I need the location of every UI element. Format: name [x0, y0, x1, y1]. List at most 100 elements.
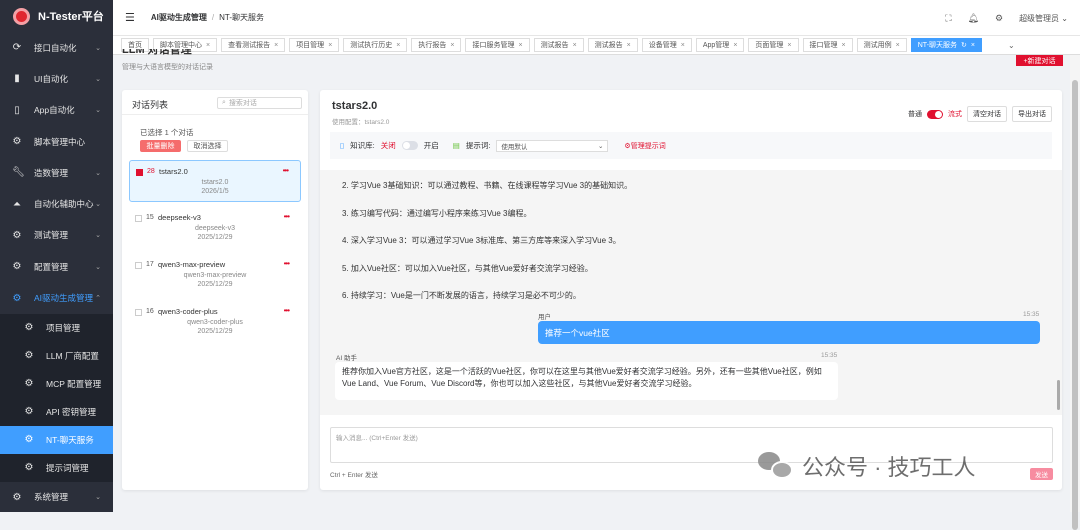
ai-message-line: 4. 深入学习Vue 3：可以通过学习Vue 3标准库、第三方库等来深入学习Vu… [342, 236, 621, 245]
sidebar: N-Tester平台 ⟳ 接口自动化 ⌄ ▮ UI自动化 ⌄ ▯ App自动化 ⌄ ⚙ 脚本管理中心… [0, 0, 113, 512]
sidebar-subitem[interactable]: ⚙ NT-聊天服务 [0, 425, 113, 454]
more-icon[interactable]: ••• [284, 212, 290, 221]
kb-toggle[interactable] [401, 141, 418, 150]
sidebar-subitem[interactable]: ⚙ MCP 配置管理 [0, 370, 113, 398]
close-icon[interactable]: × [896, 42, 900, 49]
gear-icon[interactable]: ⚙ [995, 13, 1003, 24]
close-icon[interactable]: × [206, 42, 210, 49]
close-icon[interactable]: × [518, 42, 522, 49]
sidebar-item[interactable]: ⚙ 脚本管理中心 [0, 126, 113, 157]
phone-icon: ▯ [14, 104, 20, 116]
tab[interactable]: 测试报告 × [533, 38, 584, 52]
sidebar-item-label: UI自动化 [34, 73, 69, 84]
prompt-label: 提示词: [465, 141, 491, 150]
gear-icon: ⚙ [24, 406, 34, 418]
conversation-item[interactable]: 16 qwen3-coder-plus ••• qwen3-coder-plus 202… [129, 301, 301, 343]
chat-panel: tstars2.0 使用配置：tstars2.0 普通 流式 清空对话 导出对话… [320, 90, 1062, 490]
tab[interactable]: 测试执行历史 × [343, 38, 408, 52]
close-icon[interactable]: × [328, 42, 332, 49]
gear-icon: ⚙ [24, 322, 34, 334]
sidebar-item[interactable]: ⏶ 自动化辅助中心 ⌄ [0, 188, 113, 219]
tab[interactable]: 测试报告 × [587, 38, 638, 52]
close-icon[interactable]: × [733, 42, 737, 49]
close-icon[interactable]: × [274, 42, 278, 49]
tab[interactable]: 接口管理 × [802, 38, 853, 52]
tabs-more-icon[interactable]: ⌄ [1008, 41, 1015, 50]
chevron-down-icon: ⌄ [95, 44, 101, 52]
tab[interactable]: App管理 × [695, 38, 745, 52]
tab[interactable]: 查看测试报告 × [221, 38, 286, 52]
sidebar-item[interactable]: ▮ UI自动化 ⌄ [0, 63, 113, 94]
ai-message-line: 3. 练习编写代码：通过编写小程序来练习Vue 3编程。 [342, 208, 532, 218]
send-button[interactable]: 发送 [1030, 468, 1053, 480]
fullscreen-icon[interactable]: ⛶ [945, 13, 951, 24]
close-icon[interactable]: × [396, 42, 400, 49]
checkbox[interactable] [135, 309, 142, 316]
checkbox[interactable] [136, 169, 143, 176]
bell-icon[interactable]: 🔔︎ [968, 13, 979, 24]
breadcrumb: AI驱动生成管理 / NT-聊天服务 [150, 13, 264, 22]
message-list: 2. 学习Vue 3基础知识：可以通过教程、书籍、在线课程等学习Vue 3的基础… [320, 170, 1062, 415]
book-icon: ▮ [14, 73, 20, 85]
search-input[interactable]: ⌕ 搜索对话 [217, 97, 302, 109]
sidebar-subitem[interactable]: ⚙ 项目管理 [0, 314, 113, 342]
more-icon[interactable]: ••• [284, 259, 290, 268]
tab[interactable]: 测试用例 × [856, 38, 907, 52]
manage-prompts-link[interactable]: ⚙管理提示词 [624, 141, 665, 151]
close-icon[interactable]: × [627, 42, 631, 49]
gear-icon: ⚙ [24, 462, 34, 474]
cancel-selection-button[interactable]: 取消选择 [187, 140, 228, 152]
prompt-select[interactable]: 使用默认 ⌄ [496, 139, 609, 152]
tab[interactable]: NT-聊天服务 ↻ × [910, 38, 982, 52]
close-icon[interactable]: × [681, 42, 685, 49]
chat-config: 使用配置：tstars2.0 [332, 119, 390, 126]
sidebar-item[interactable]: ▯ App自动化 ⌄ [0, 95, 113, 126]
sidebar-item[interactable]: ⚙ AI驱动生成管理 ⌃ [0, 282, 113, 313]
tab[interactable]: 执行报告 × [411, 38, 462, 52]
sidebar-item-system[interactable]: ⚙ 系统管理 ⌄ [0, 482, 113, 513]
stream-toggle[interactable] [927, 109, 943, 119]
knowledge-base-icon: ▯ [340, 141, 345, 150]
export-chat-button[interactable]: 导出对话 [1012, 106, 1052, 122]
new-conversation-button[interactable]: +新建对话 [1016, 55, 1063, 66]
checkbox[interactable] [135, 215, 142, 222]
page-scrollbar[interactable] [1070, 55, 1080, 530]
sidebar-subitem[interactable]: ⚙ API 密钥管理 [0, 398, 113, 426]
tab[interactable]: 项目管理 × [289, 38, 340, 52]
mode-normal-label: 普通 [908, 111, 922, 118]
close-icon[interactable]: × [787, 42, 791, 49]
close-icon[interactable]: × [971, 42, 975, 49]
send-hint: Ctrl + Enter 发送 [330, 472, 378, 479]
conversation-item[interactable]: 17 qwen3-max-preview ••• qwen3-max-preview 2… [129, 254, 301, 296]
gear-icon: ⚙ [12, 261, 22, 273]
conversation-item[interactable]: 15 deepseek-v3 ••• deepseek-v3 2025/12/29 [129, 207, 301, 249]
header: ☰ AI驱动生成管理 / NT-聊天服务 ⛶ 🔔︎ ⚙ 超级管理员 ⌄ [113, 0, 1080, 36]
tab[interactable]: 接口服务管理 × [465, 38, 530, 52]
menu-toggle-icon[interactable]: ☰ [125, 11, 135, 24]
kb-label: 知识库: [350, 141, 375, 150]
sidebar-item[interactable]: ⚙ 配置管理 ⌄ [0, 251, 113, 282]
close-icon[interactable]: × [450, 42, 454, 49]
close-icon[interactable]: × [573, 42, 577, 49]
mode-stream-label: 流式 [948, 111, 962, 118]
conversation-item[interactable]: 28 tstars2.0 ••• tstars2.0 2026/1/5 [129, 160, 301, 202]
sidebar-item[interactable]: 🔧︎ 造数管理 ⌄ [0, 157, 113, 188]
tab[interactable]: 设备管理 × [641, 38, 692, 52]
sidebar-subitem[interactable]: ⚙ LLM 厂商配置 [0, 342, 113, 370]
refresh-icon[interactable]: ↻ [961, 41, 967, 49]
sidebar-subitem[interactable]: ⚙ 提示词管理 [0, 454, 113, 482]
message-scrollbar[interactable] [1057, 380, 1060, 410]
checkbox[interactable] [135, 262, 142, 269]
tab[interactable]: 页面管理 × [748, 38, 799, 52]
batch-delete-button[interactable]: 批量删除 [140, 140, 181, 152]
sidebar-item[interactable]: ⟳ 接口自动化 ⌄ [0, 32, 113, 63]
app-logo[interactable]: N-Tester平台 [0, 0, 113, 32]
more-icon[interactable]: ••• [283, 166, 289, 175]
breadcrumb-parent[interactable]: AI驱动生成管理 [151, 13, 207, 22]
user-menu[interactable]: 超级管理员 ⌄ [1019, 13, 1068, 24]
app-name: N-Tester平台 [38, 11, 104, 23]
sidebar-item[interactable]: ⚙ 测试管理 ⌄ [0, 220, 113, 251]
more-icon[interactable]: ••• [284, 306, 290, 315]
close-icon[interactable]: × [842, 42, 846, 49]
clear-chat-button[interactable]: 清空对话 [967, 106, 1007, 122]
